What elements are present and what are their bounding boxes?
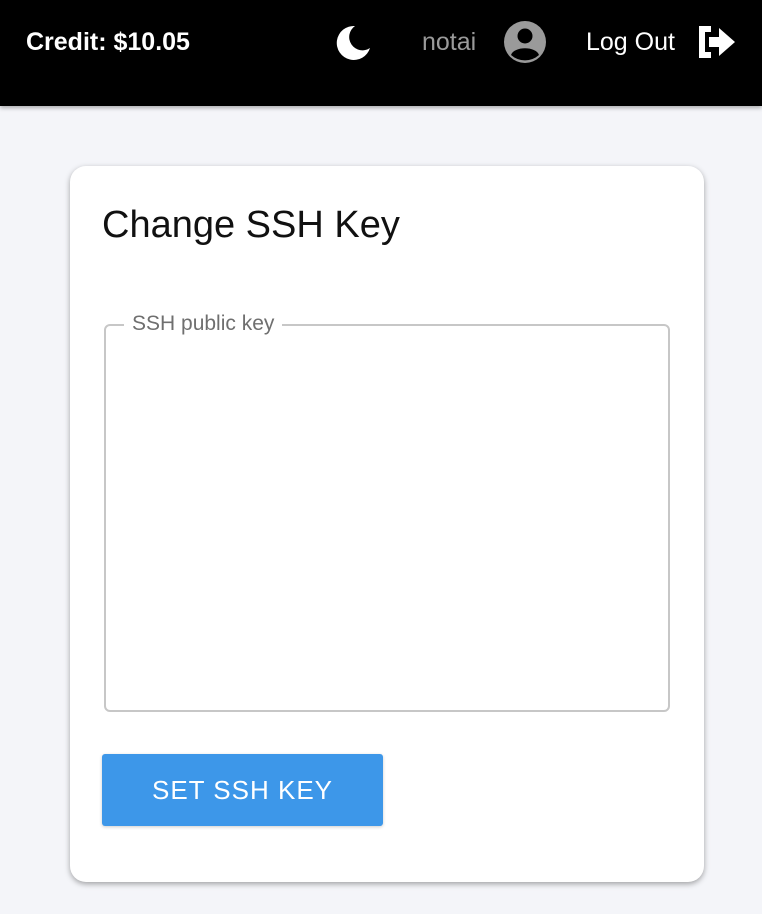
ssh-key-label: SSH public key bbox=[124, 310, 283, 338]
moon-icon[interactable] bbox=[333, 23, 373, 63]
ssh-key-textarea[interactable] bbox=[130, 366, 648, 676]
set-ssh-key-button[interactable]: SET SSH KEY bbox=[102, 754, 383, 826]
logout-button[interactable]: Log Out bbox=[586, 20, 737, 64]
ssh-key-card: Change SSH Key SSH public key SET SSH KE… bbox=[70, 166, 704, 882]
username: notai bbox=[422, 28, 477, 56]
credit-balance: Credit: $10.05 bbox=[26, 28, 190, 56]
sign-out-icon bbox=[698, 26, 735, 58]
logout-label: Log Out bbox=[586, 28, 675, 56]
user-avatar-icon[interactable] bbox=[503, 20, 547, 64]
ssh-key-field: SSH public key bbox=[104, 310, 670, 712]
top-bar: Credit: $10.05 notai Log Out bbox=[0, 0, 762, 106]
card-title: Change SSH Key bbox=[102, 204, 400, 246]
